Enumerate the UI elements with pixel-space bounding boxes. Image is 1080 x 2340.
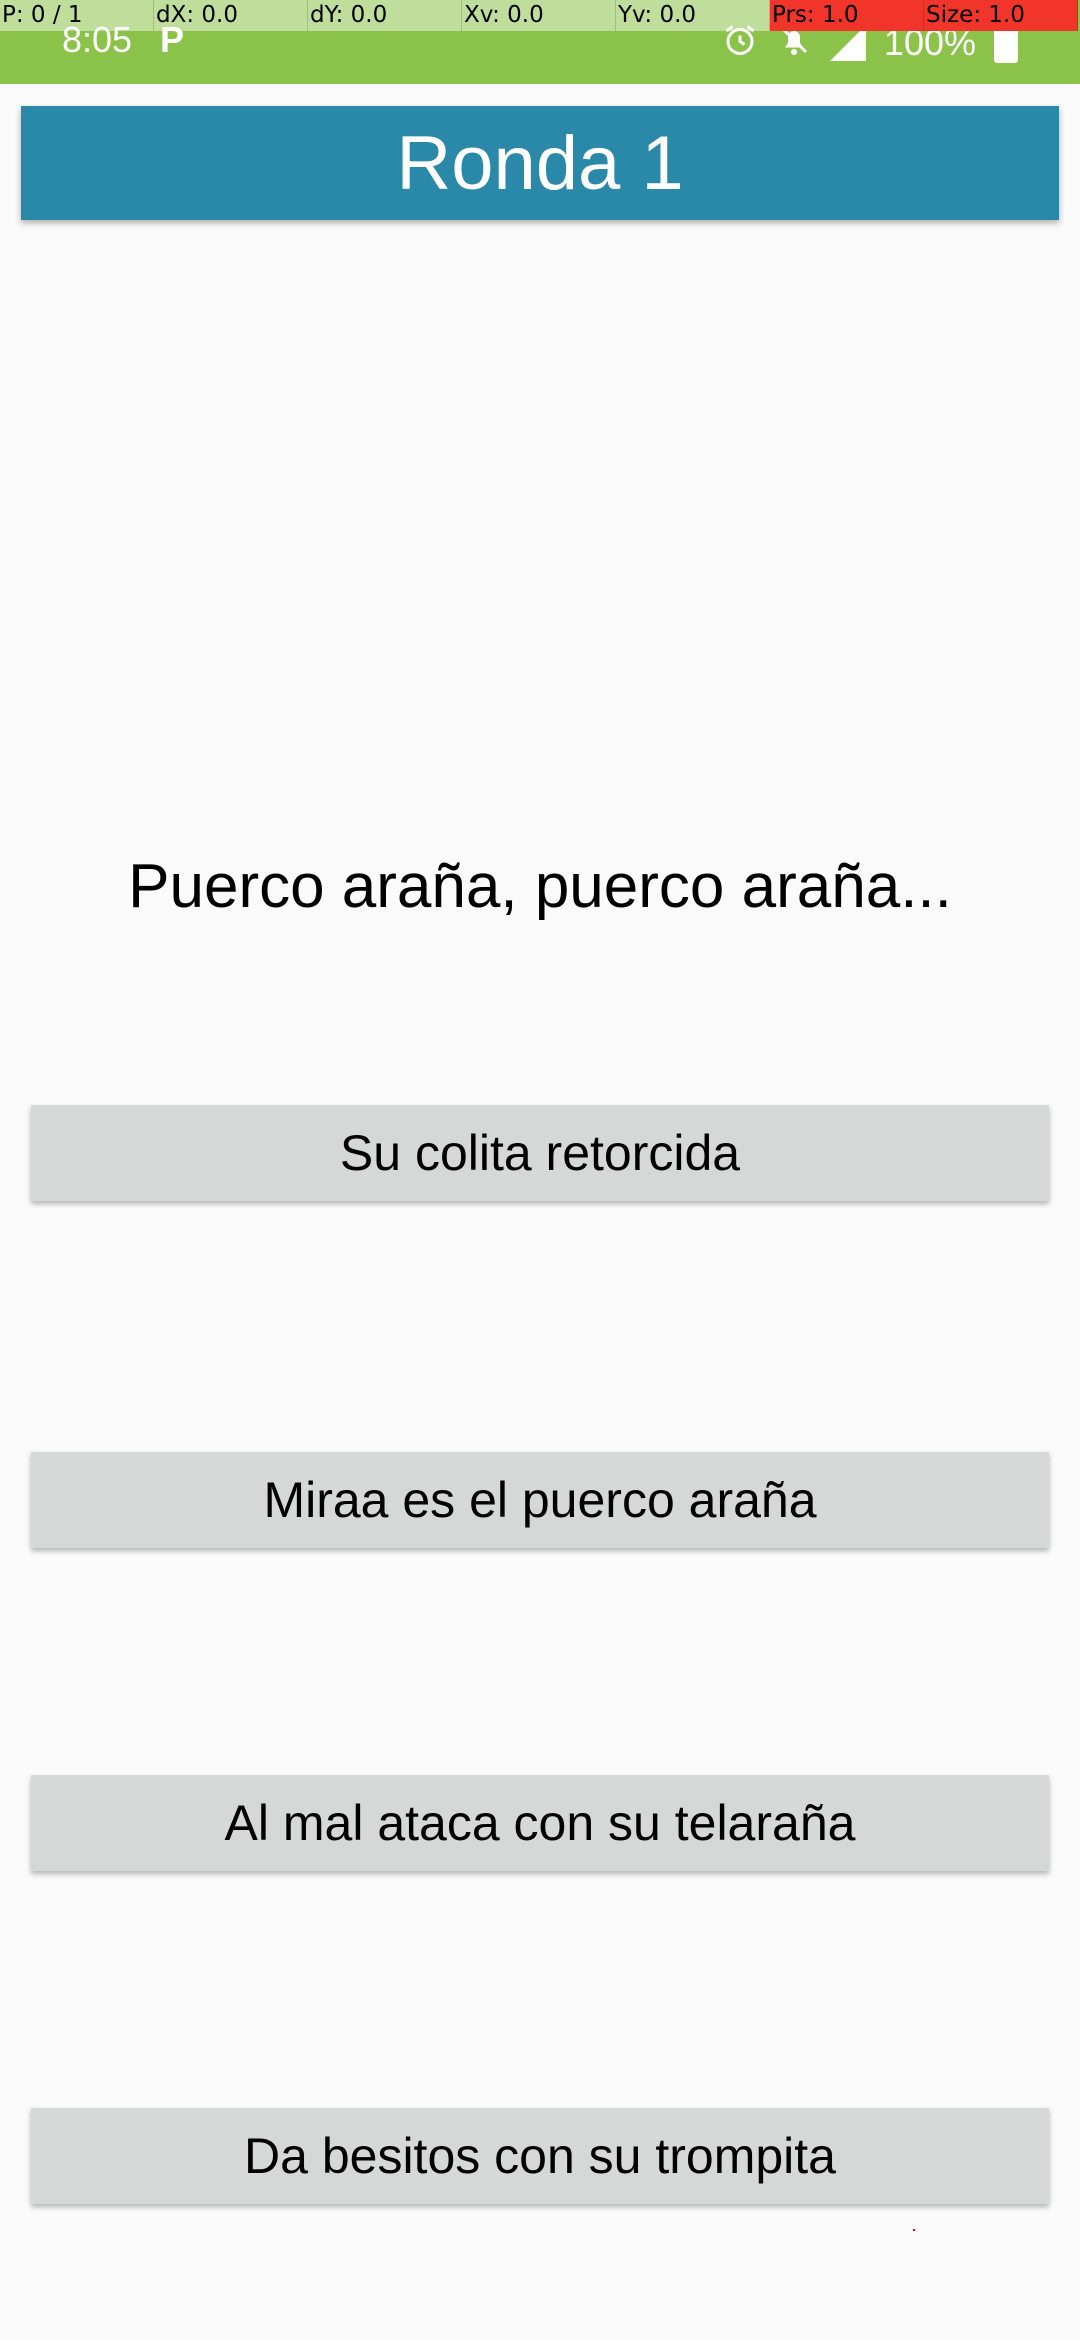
debug-yv: Yv: 0.0	[616, 0, 770, 31]
pointer-location-overlay: P: 0 / 1 dX: 0.0 dY: 0.0 Xv: 0.0 Yv: 0.0…	[0, 0, 1080, 31]
answer-button-4[interactable]: Da besitos con su trompita	[31, 2108, 1049, 2204]
touch-indicator-dot	[913, 2229, 915, 2231]
debug-pressure: Prs: 1.0	[770, 0, 924, 31]
round-header: Ronda 1	[21, 106, 1059, 220]
debug-pointer: P: 0 / 1	[0, 0, 154, 31]
debug-size: Size: 1.0	[924, 0, 1078, 31]
answer-button-1[interactable]: Su colita retorcida	[31, 1105, 1049, 1201]
debug-dy: dY: 0.0	[308, 0, 462, 31]
question-text: Puerco araña, puerco araña...	[128, 852, 952, 921]
round-title: Ronda 1	[396, 120, 684, 206]
debug-xv: Xv: 0.0	[462, 0, 616, 31]
answer-button-3[interactable]: Al mal ataca con su telaraña	[31, 1775, 1049, 1871]
answer-button-2[interactable]: Miraa es el puerco araña	[31, 1452, 1049, 1548]
debug-dx: dX: 0.0	[154, 0, 308, 31]
